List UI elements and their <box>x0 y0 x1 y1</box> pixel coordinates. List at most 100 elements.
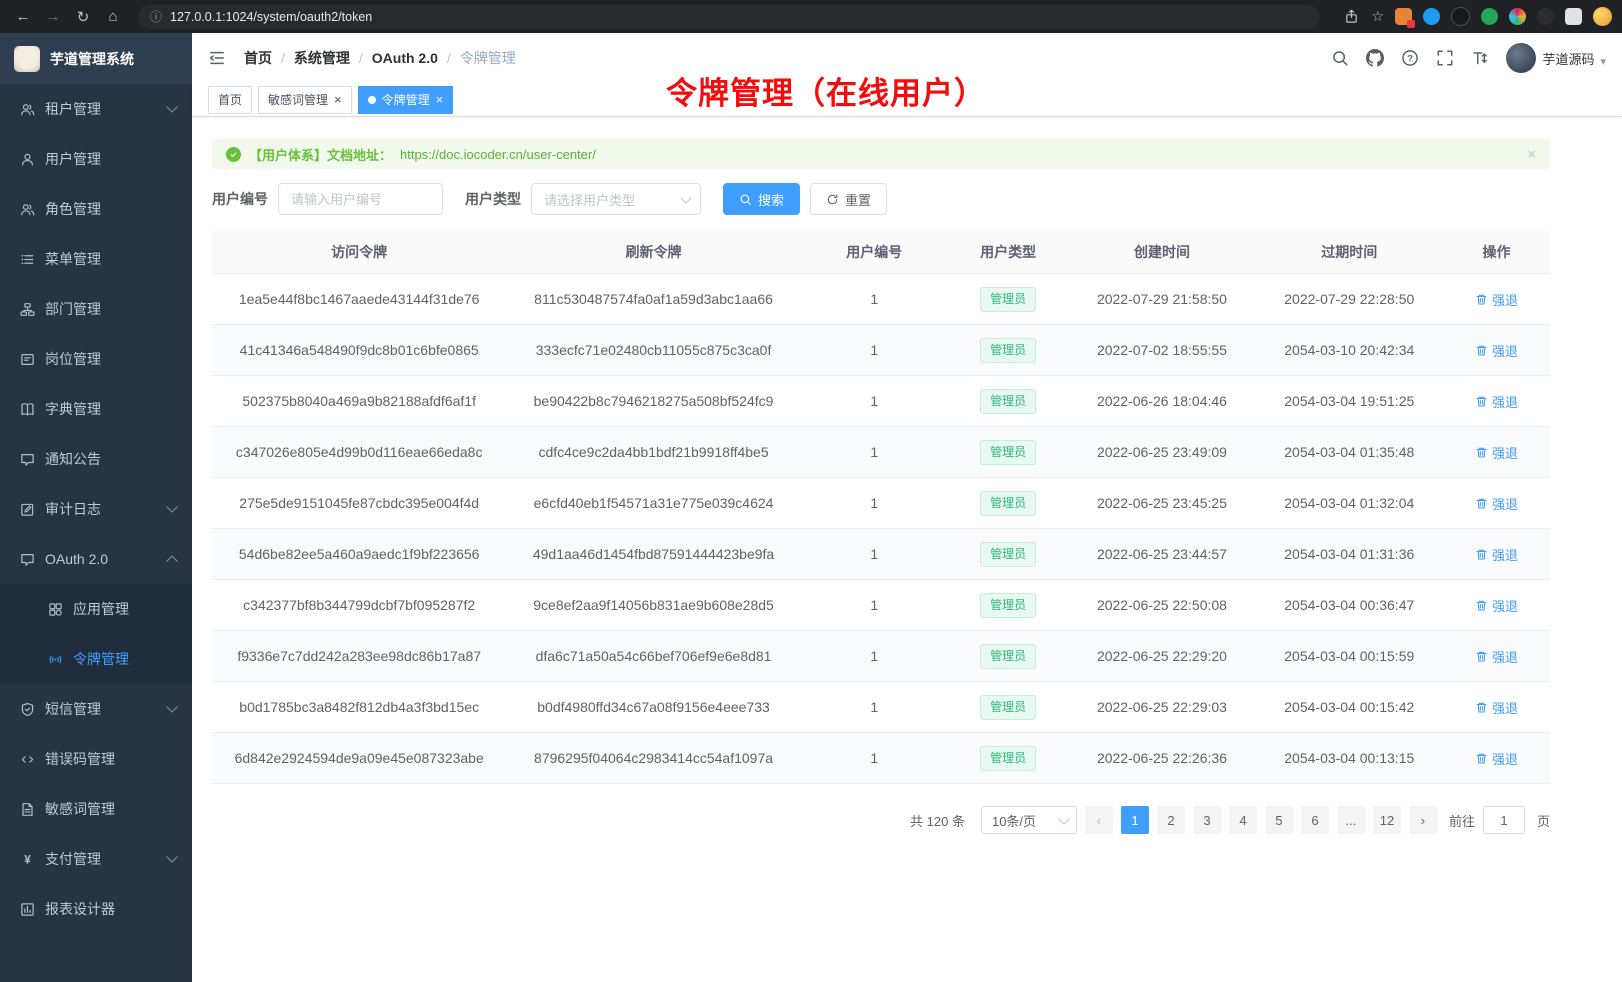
force-logout-button[interactable]: 强退 <box>1475 545 1518 564</box>
column-header-refresh-token: 刷新令牌 <box>506 231 800 274</box>
sidebar-item-label: OAuth 2.0 <box>45 551 108 567</box>
page-button-6[interactable]: 6 <box>1301 806 1329 834</box>
total-count: 共 120 条 <box>910 811 965 830</box>
sidebar-item-pay[interactable]: 支付管理 <box>0 834 192 884</box>
browser-back-icon[interactable]: ← <box>10 8 36 25</box>
share-icon[interactable] <box>1344 9 1359 24</box>
close-icon[interactable]: × <box>1527 146 1536 163</box>
sidebar-item-dept[interactable]: 部门管理 <box>0 284 192 334</box>
page-button-3[interactable]: 3 <box>1193 806 1221 834</box>
page-button-12[interactable]: 12 <box>1373 806 1401 834</box>
sidebar-item-error-code[interactable]: 错误码管理 <box>0 734 192 784</box>
sidebar-item-sensitive-word[interactable]: 敏感词管理 <box>0 784 192 834</box>
page-button-4[interactable]: 4 <box>1229 806 1257 834</box>
sidebar-item-menu[interactable]: 菜单管理 <box>0 234 192 284</box>
help-icon[interactable] <box>1401 49 1419 67</box>
tab-token[interactable]: 令牌管理 × <box>358 86 454 114</box>
oauth2-submenu: 应用管理 令牌管理 <box>0 584 192 684</box>
shield-icon <box>20 702 35 717</box>
force-logout-button[interactable]: 强退 <box>1475 290 1518 309</box>
user-type-badge: 管理员 <box>980 542 1036 567</box>
reset-button[interactable]: 重置 <box>810 183 887 215</box>
force-logout-button[interactable]: 强退 <box>1475 341 1518 360</box>
extension-icon[interactable] <box>1537 8 1554 25</box>
sidebar-item-user[interactable]: 用户管理 <box>0 134 192 184</box>
force-logout-button[interactable]: 强退 <box>1475 494 1518 513</box>
breadcrumb-oauth2[interactable]: OAuth 2.0 <box>372 50 438 66</box>
search-button[interactable]: 搜索 <box>723 183 800 215</box>
force-logout-label: 强退 <box>1492 443 1518 462</box>
extension-icon[interactable] <box>1451 7 1470 26</box>
prev-page-button[interactable]: ‹ <box>1085 806 1113 834</box>
more-pages-button[interactable]: ... <box>1337 806 1365 834</box>
force-logout-button[interactable]: 强退 <box>1475 749 1518 768</box>
browser-home-icon[interactable]: ⌂ <box>100 8 126 25</box>
force-logout-button[interactable]: 强退 <box>1475 596 1518 615</box>
breadcrumb-system[interactable]: 系统管理 <box>294 48 350 68</box>
font-size-icon[interactable] <box>1471 49 1489 67</box>
address-bar[interactable]: ⓘ 127.0.0.1:1024/system/oauth2/token <box>138 5 1320 29</box>
force-logout-button[interactable]: 强退 <box>1475 443 1518 462</box>
browser-profile-avatar[interactable] <box>1593 7 1612 26</box>
search-button-label: 搜索 <box>758 190 784 209</box>
tab-label: 令牌管理 <box>382 91 430 108</box>
page-button-2[interactable]: 2 <box>1157 806 1185 834</box>
sidebar-item-audit-log[interactable]: 审计日志 <box>0 484 192 534</box>
extension-icon[interactable] <box>1565 8 1582 25</box>
sidebar-item-oauth2-app[interactable]: 应用管理 <box>0 584 192 634</box>
sidebar-item-oauth2[interactable]: OAuth 2.0 <box>0 534 192 584</box>
delete-icon <box>1475 344 1488 357</box>
extension-icon[interactable] <box>1481 8 1498 25</box>
sidebar-item-label: 支付管理 <box>45 849 101 869</box>
force-logout-label: 强退 <box>1492 596 1518 615</box>
goto-page-input[interactable] <box>1483 806 1525 834</box>
force-logout-button[interactable]: 强退 <box>1475 392 1518 411</box>
breadcrumb: 首页 / 系统管理 / OAuth 2.0 / 令牌管理 <box>244 48 516 68</box>
page-size-select[interactable]: 10条/页 <box>981 806 1077 834</box>
browser-forward-icon[interactable]: → <box>40 8 66 25</box>
site-info-icon[interactable]: ⓘ <box>150 8 162 25</box>
bookmark-star-icon[interactable]: ☆ <box>1371 8 1384 25</box>
app-logo[interactable]: 芋道管理系统 <box>0 33 192 84</box>
browser-reload-icon[interactable]: ↻ <box>70 8 96 26</box>
sidebar-collapse-button[interactable] <box>208 49 226 67</box>
user-type-cell: 管理员 <box>948 478 1068 529</box>
force-logout-button[interactable]: 强退 <box>1475 647 1518 666</box>
sidebar-item-oauth2-token[interactable]: 令牌管理 <box>0 634 192 684</box>
doc-link[interactable]: https://doc.iocoder.cn/user-center/ <box>400 147 596 162</box>
fullscreen-icon[interactable] <box>1436 49 1454 67</box>
close-icon[interactable]: × <box>334 93 342 106</box>
page-button-1[interactable]: 1 <box>1121 806 1149 834</box>
success-check-icon <box>226 147 241 162</box>
extension-icon[interactable] <box>1395 8 1412 25</box>
extension-icon[interactable] <box>1509 8 1526 25</box>
sidebar-item-notice[interactable]: 通知公告 <box>0 434 192 484</box>
sidebar-item-tenant[interactable]: 租户管理 <box>0 84 192 134</box>
sidebar-item-sms[interactable]: 短信管理 <box>0 684 192 734</box>
tab-home[interactable]: 首页 <box>208 86 252 114</box>
user-type-select[interactable]: 请选择用户类型 <box>531 183 701 215</box>
sidebar-item-post[interactable]: 岗位管理 <box>0 334 192 384</box>
user-menu[interactable]: 芋道源码 ▾ <box>1506 43 1606 73</box>
breadcrumb-home[interactable]: 首页 <box>244 48 272 68</box>
search-icon[interactable] <box>1331 49 1349 67</box>
sidebar-item-dict[interactable]: 字典管理 <box>0 384 192 434</box>
extension-icon[interactable] <box>1423 8 1440 25</box>
github-icon[interactable] <box>1366 49 1384 67</box>
user-type-badge: 管理员 <box>980 491 1036 516</box>
force-logout-button[interactable]: 强退 <box>1475 698 1518 717</box>
column-header-actions: 操作 <box>1443 231 1550 274</box>
search-icon <box>739 193 752 206</box>
sidebar-item-report-designer[interactable]: 报表设计器 <box>0 884 192 934</box>
breadcrumb-separator: / <box>447 50 451 66</box>
next-page-button[interactable]: › <box>1409 806 1437 834</box>
sidebar-item-role[interactable]: 角色管理 <box>0 184 192 234</box>
column-header-access-token: 访问令牌 <box>212 231 506 274</box>
page-button-5[interactable]: 5 <box>1265 806 1293 834</box>
document-icon <box>20 802 35 817</box>
close-icon[interactable]: × <box>436 93 444 106</box>
table-row: f9336e7c7dd242a283ee98dc86b17a87 dfa6c71… <box>212 631 1550 682</box>
user-id-input[interactable] <box>278 183 443 215</box>
tab-sensitive-word[interactable]: 敏感词管理 × <box>258 86 352 114</box>
table-row: c347026e805e4d99b0d116eae66eda8c cdfc4ce… <box>212 427 1550 478</box>
